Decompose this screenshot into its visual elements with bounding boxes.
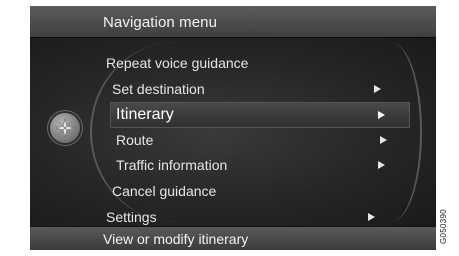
- chevron-right-icon: [380, 136, 387, 144]
- chevron-right-icon: [378, 111, 385, 119]
- menu-item-label: Traffic information: [116, 157, 228, 173]
- status-bar: View or modify itinerary: [30, 226, 436, 250]
- navigation-menu: Repeat voice guidance Set destination It…: [30, 38, 436, 226]
- chevron-right-icon: [374, 85, 381, 93]
- menu-item-label: Repeat voice guidance: [106, 55, 249, 71]
- page-title: Navigation menu: [103, 14, 218, 31]
- compass-icon[interactable]: [50, 113, 80, 143]
- menu-item-itinerary[interactable]: Itinerary: [110, 102, 410, 128]
- chevron-right-icon: [378, 161, 385, 169]
- menu-item-label: Set destination: [112, 81, 205, 97]
- menu-item-label: Cancel guidance: [112, 183, 217, 199]
- navigation-screen: Navigation menu Repeat voice guidance Se…: [30, 6, 436, 250]
- menu-item-cancel-guidance[interactable]: Cancel guidance: [112, 179, 402, 203]
- menu-item-set-destination[interactable]: Set destination: [112, 77, 402, 101]
- status-text: View or modify itinerary: [103, 231, 249, 247]
- menu-item-route[interactable]: Route: [116, 128, 406, 152]
- menu-item-repeat-voice-guidance[interactable]: Repeat voice guidance: [106, 51, 402, 75]
- menu-item-traffic-information[interactable]: Traffic information: [116, 153, 406, 177]
- chevron-right-icon: [368, 213, 375, 221]
- menu-item-label: Route: [116, 132, 154, 148]
- title-bar: Navigation menu: [30, 6, 436, 38]
- compass-glyph: [54, 117, 76, 139]
- figure-code: G050390: [439, 208, 448, 244]
- menu-item-label: Itinerary: [116, 106, 174, 123]
